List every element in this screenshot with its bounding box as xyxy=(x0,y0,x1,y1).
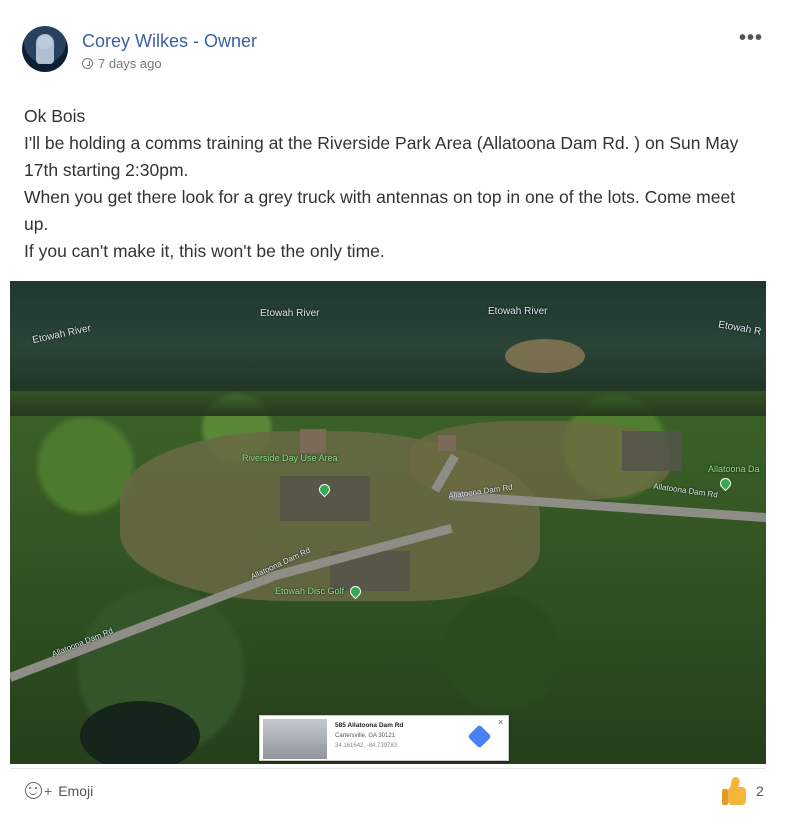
close-icon[interactable]: × xyxy=(498,717,503,727)
like-count: 2 xyxy=(756,783,764,799)
author-name[interactable]: Corey Wilkes - Owner xyxy=(82,31,257,52)
post-timestamp: 7 days ago xyxy=(82,56,162,71)
poi-label-allatoona: Allatoona Da xyxy=(708,464,760,474)
post-body: Ok Bois I'll be holding a comms training… xyxy=(24,103,764,265)
street-view-thumbnail[interactable] xyxy=(263,719,327,759)
info-address: 585 Allatoona Dam Rd xyxy=(335,722,404,729)
emoji-label: Emoji xyxy=(58,782,94,799)
post-line: When you get there look for a grey truck… xyxy=(24,187,736,234)
divider xyxy=(10,768,766,769)
river-label: Etowah River xyxy=(488,306,548,317)
river-label: Etowah River xyxy=(260,308,320,319)
info-coords: 34.161642, -84.739783 xyxy=(335,743,398,749)
plus-icon: + xyxy=(44,782,53,799)
building xyxy=(438,435,456,451)
like-button[interactable]: 2 xyxy=(722,776,764,806)
map-info-card[interactable]: 585 Allatoona Dam Rd Cartersville, GA 30… xyxy=(259,715,509,761)
more-options-button[interactable]: ••• xyxy=(739,27,763,50)
poi-label-disc-golf: Etowah Disc Golf xyxy=(275,586,345,596)
post-line: I'll be holding a comms training at the … xyxy=(24,133,739,180)
post-line: Ok Bois xyxy=(24,106,86,126)
pond xyxy=(80,701,200,764)
post-line: If you can't make it, this won't be the … xyxy=(24,241,385,261)
emoji-button[interactable]: + Emoji xyxy=(25,782,93,799)
post-card: Corey Wilkes - Owner 7 days ago ••• Ok B… xyxy=(0,0,787,820)
map-image[interactable]: Etowah River Etowah River Etowah River E… xyxy=(10,281,766,764)
poi-label-day-use: Riverside Day Use Area xyxy=(242,453,338,463)
info-city: Cartersville, GA 30121 xyxy=(335,733,396,739)
timestamp-text: 7 days ago xyxy=(98,56,162,71)
avatar[interactable] xyxy=(22,26,68,72)
smiley-icon xyxy=(25,782,42,799)
clock-icon xyxy=(82,58,93,69)
directions-icon[interactable] xyxy=(467,724,492,749)
parking-lot xyxy=(622,431,682,471)
building xyxy=(300,429,326,453)
thumbs-up-icon xyxy=(722,776,748,806)
